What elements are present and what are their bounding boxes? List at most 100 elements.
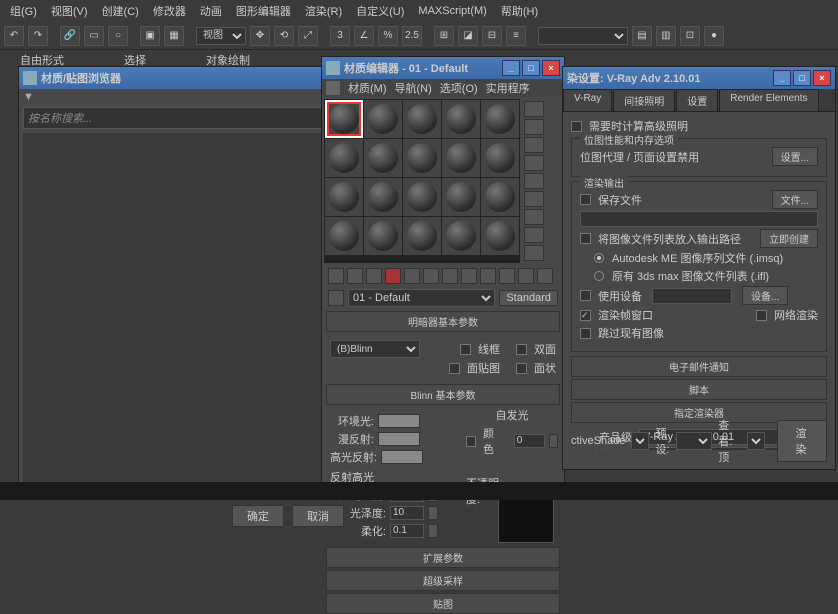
- preset-select[interactable]: [676, 432, 713, 450]
- mat-menu-material[interactable]: 材质(M): [348, 80, 387, 96]
- menu-group[interactable]: 组(G): [4, 1, 43, 21]
- tool-select[interactable]: ▣: [140, 26, 160, 46]
- skip-checkbox[interactable]: [580, 328, 591, 339]
- tool-snap[interactable]: 3: [330, 26, 350, 46]
- tool-rotate[interactable]: ⟲: [274, 26, 294, 46]
- material-name-select[interactable]: 01 - Default: [348, 289, 495, 307]
- rollout-script[interactable]: 脚本: [571, 379, 827, 400]
- rollout-shader[interactable]: 明暗器基本参数: [326, 311, 560, 332]
- use-device-checkbox[interactable]: [580, 290, 591, 301]
- show-map-icon[interactable]: [480, 268, 496, 284]
- mat-slot[interactable]: [403, 217, 441, 255]
- tool-mirror[interactable]: ◪: [458, 26, 478, 46]
- mat-max-icon[interactable]: □: [522, 60, 540, 76]
- shader-select[interactable]: (B)Blinn: [330, 340, 420, 358]
- tab-settings[interactable]: 设置: [676, 89, 718, 111]
- tool-percent-snap[interactable]: %: [378, 26, 398, 46]
- tool-redo[interactable]: ↷: [28, 26, 48, 46]
- mat-slot[interactable]: [442, 100, 480, 138]
- soften-spinner[interactable]: 0.1: [390, 524, 424, 538]
- tool-a[interactable]: ▤: [632, 26, 652, 46]
- selfillum-spinner[interactable]: 0: [514, 434, 545, 448]
- menu-modifiers[interactable]: 修改器: [147, 1, 192, 21]
- save-file-checkbox[interactable]: [580, 194, 591, 205]
- tool-named-sel[interactable]: ⊞: [434, 26, 454, 46]
- target-select[interactable]: [631, 432, 649, 450]
- menu-view[interactable]: 视图(V): [45, 1, 94, 21]
- mat-slot[interactable]: [403, 178, 441, 216]
- specular-swatch[interactable]: [381, 450, 423, 464]
- rollout-ss[interactable]: 超级采样: [326, 570, 560, 591]
- tool-mat[interactable]: ●: [704, 26, 724, 46]
- menu-maxscript[interactable]: MAXScript(M): [412, 3, 492, 19]
- render-titlebar[interactable]: 染设置: V-Ray Adv 2.10.01 _ □ ×: [563, 67, 835, 89]
- browser-ok-button[interactable]: 确定: [232, 505, 284, 527]
- browser-search-input[interactable]: 按名称搜索...: [23, 107, 348, 129]
- mat-menu-nav[interactable]: 导航(N): [395, 80, 432, 96]
- mat-menu-util[interactable]: 实用程序: [486, 80, 530, 96]
- spinner-btn[interactable]: [549, 434, 558, 448]
- mat-slot[interactable]: [325, 139, 363, 177]
- mat-slot[interactable]: [481, 178, 519, 216]
- rollout-ext[interactable]: 扩展参数: [326, 547, 560, 568]
- renderwin-checkbox[interactable]: [580, 310, 591, 321]
- tool-b[interactable]: ▥: [656, 26, 676, 46]
- tool-scale[interactable]: ⤢: [298, 26, 318, 46]
- render-close-icon[interactable]: ×: [813, 70, 831, 86]
- menu-graph[interactable]: 图形编辑器: [230, 1, 297, 21]
- mat-slot[interactable]: [364, 217, 402, 255]
- reset-icon[interactable]: [385, 268, 401, 284]
- facemap-checkbox[interactable]: [449, 363, 460, 374]
- device-button[interactable]: 设备...: [742, 286, 788, 305]
- menu-create[interactable]: 创建(C): [96, 1, 145, 21]
- mat-opts-icon[interactable]: [326, 81, 340, 95]
- ambient-swatch[interactable]: [378, 414, 420, 428]
- render-button[interactable]: 渲染: [777, 420, 827, 462]
- selection-filter[interactable]: 视图: [196, 27, 246, 45]
- menu-render[interactable]: 渲染(R): [299, 1, 348, 21]
- assign-icon[interactable]: [366, 268, 382, 284]
- tool-undo[interactable]: ↶: [4, 26, 24, 46]
- tab-elements[interactable]: Render Elements: [719, 89, 818, 111]
- get-material-icon[interactable]: [328, 268, 344, 284]
- tool-move[interactable]: ✥: [250, 26, 270, 46]
- tool-sel2[interactable]: ▦: [164, 26, 184, 46]
- diffuse-swatch[interactable]: [378, 432, 420, 446]
- rollout-maps[interactable]: 贴图: [326, 593, 560, 614]
- pick-material-icon[interactable]: [328, 290, 344, 306]
- tool-align[interactable]: ⊟: [482, 26, 502, 46]
- two-sided-checkbox[interactable]: [516, 344, 527, 355]
- imagelist-checkbox[interactable]: [580, 233, 591, 244]
- mat-map-nav-icon[interactable]: [524, 245, 544, 261]
- tool-c[interactable]: ⊡: [680, 26, 700, 46]
- tool-selcirc[interactable]: ○: [108, 26, 128, 46]
- mat-min-icon[interactable]: _: [502, 60, 520, 76]
- diffuse-map-icon[interactable]: [424, 433, 436, 445]
- mat-slot[interactable]: [325, 217, 363, 255]
- put-to-scene-icon[interactable]: [347, 268, 363, 284]
- preview-icon[interactable]: [524, 191, 544, 207]
- selfillum-checkbox[interactable]: [466, 436, 476, 447]
- mat-slot[interactable]: [442, 139, 480, 177]
- file-button[interactable]: 文件...: [772, 190, 818, 209]
- ambient-lock-icon[interactable]: [424, 415, 436, 427]
- mat-slot[interactable]: [481, 139, 519, 177]
- menu-help[interactable]: 帮助(H): [495, 1, 544, 21]
- wire-checkbox[interactable]: [460, 344, 471, 355]
- tab-gi[interactable]: 间接照明: [613, 89, 675, 111]
- go-parent-icon[interactable]: [518, 268, 534, 284]
- makenow-button[interactable]: 立即创建: [760, 229, 818, 248]
- make-unique-icon[interactable]: [423, 268, 439, 284]
- options-icon[interactable]: [524, 209, 544, 225]
- go-sibling-icon[interactable]: [537, 268, 553, 284]
- mat-slot[interactable]: [325, 178, 363, 216]
- mat-menu-opt[interactable]: 选项(O): [440, 80, 478, 96]
- browser-titlebar[interactable]: 材质/贴图浏览器 ×: [19, 67, 352, 89]
- output-path-input[interactable]: [580, 211, 818, 227]
- make-copy-icon[interactable]: [404, 268, 420, 284]
- mat-slot[interactable]: [403, 139, 441, 177]
- material-type-button[interactable]: Standard: [499, 290, 558, 306]
- mat-slot[interactable]: [364, 139, 402, 177]
- mat-slot[interactable]: [442, 217, 480, 255]
- tool-spinner-snap[interactable]: 2.5: [402, 26, 422, 46]
